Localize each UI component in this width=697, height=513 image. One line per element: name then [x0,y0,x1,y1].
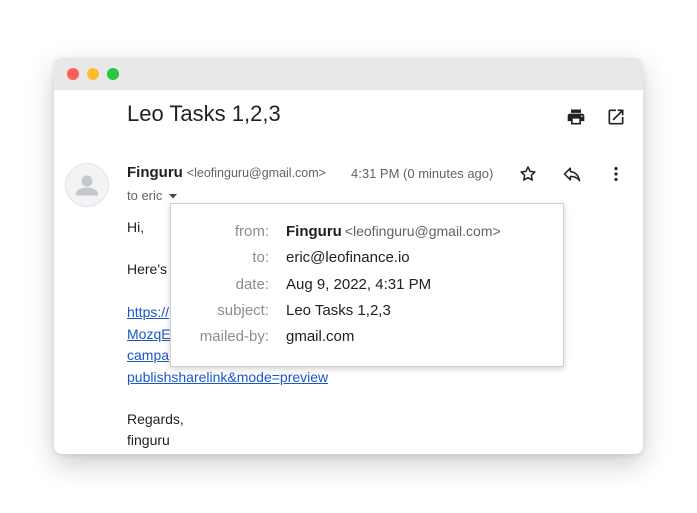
details-label: subject: [217,302,269,319]
reply-icon [563,167,581,182]
message-details-popup: from: Finguru <leofinguru@gmail.com> to: … [170,203,564,367]
minimize-window-button[interactable] [87,68,99,80]
body-greeting: Hi, [127,219,145,235]
caret-down-icon [169,193,178,198]
open-in-new-icon [608,109,624,125]
reply-button[interactable] [560,162,584,186]
close-window-button[interactable] [67,68,79,80]
details-row-subject: subject: Leo Tasks 1,2,3 [171,302,565,324]
body-link[interactable]: MozqE [127,326,171,342]
details-value: Finguru <leofinguru@gmail.com> [286,223,501,240]
details-row-from: from: Finguru <leofinguru@gmail.com> [171,223,565,245]
email-timestamp: 4:31 PM (0 minutes ago) [351,166,494,181]
maximize-window-button[interactable] [107,68,119,80]
sender-email: <leofinguru@gmail.com> [186,166,326,180]
body-link[interactable]: https:// [127,304,169,320]
body-link[interactable]: publishsharelink&mode=preview [127,369,328,385]
details-value: eric@leofinance.io [286,249,410,266]
body-link[interactable]: campa [127,347,169,363]
body-regards: Regards, [127,411,184,427]
details-row-to: to: eric@leofinance.io [171,249,565,271]
email-subject: Leo Tasks 1,2,3 [127,101,281,126]
details-from-name: Finguru [286,223,342,240]
recipients-text: to eric [127,188,163,203]
recipients-line: to eric [127,188,178,203]
details-row-date: date: Aug 9, 2022, 4:31 PM [171,276,565,298]
details-label: date: [235,276,269,293]
details-value: Aug 9, 2022, 4:31 PM [286,276,432,293]
details-value: Leo Tasks 1,2,3 [286,302,391,319]
show-details-toggle[interactable] [168,191,178,201]
details-label: from: [234,223,269,240]
star-button[interactable] [516,162,540,186]
details-label: mailed-by: [199,328,269,345]
sender-avatar[interactable] [65,163,109,207]
details-from-email: <leofinguru@gmail.com> [344,223,501,239]
window-titlebar [54,58,643,90]
body-signature: finguru [127,432,170,448]
details-row-mailed-by: mailed-by: gmail.com [171,328,565,350]
body-line: Here's [127,261,168,277]
print-icon [567,109,585,125]
sender-name[interactable]: Finguru [127,164,183,181]
star-icon [520,166,536,181]
mail-window: Leo Tasks 1,2,3 Finguru <leofinguru@gmail… [54,58,643,454]
sender-line: Finguru <leofinguru@gmail.com> [127,164,326,181]
print-button[interactable] [564,105,588,129]
details-label: to: [252,249,269,266]
person-icon [76,175,98,196]
open-in-new-window-button[interactable] [604,105,628,129]
more-vert-icon [614,167,618,181]
details-value: gmail.com [286,328,355,345]
more-options-button[interactable] [604,162,628,186]
